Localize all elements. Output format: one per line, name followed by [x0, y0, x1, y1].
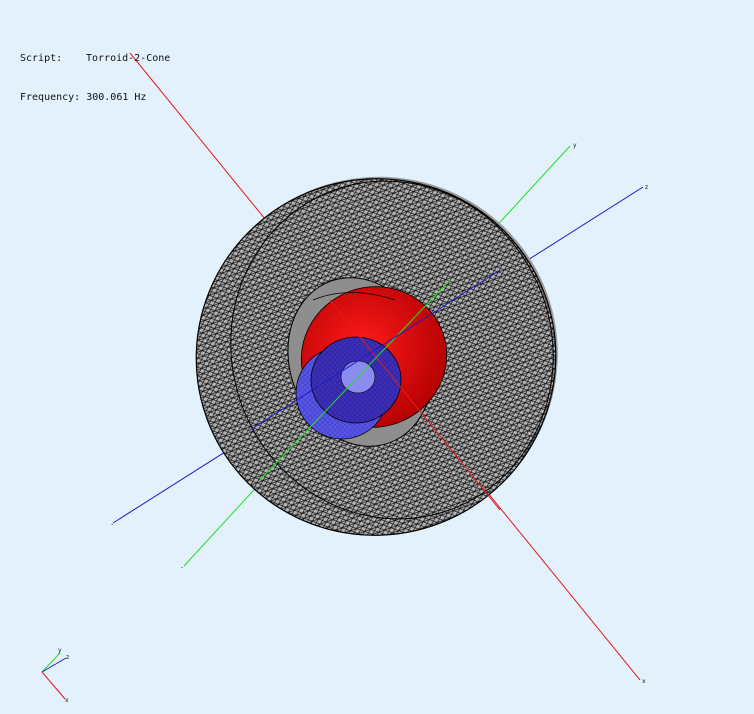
frequency-value: 300.061 Hz: [86, 92, 147, 103]
frequency-label: Frequency:: [20, 92, 81, 103]
script-value: Torroid-2-Cone: [86, 53, 171, 64]
script-label: Script:: [20, 53, 63, 64]
x-axis-label: x: [642, 678, 646, 685]
z-axis-label: z: [645, 184, 648, 191]
triad-z-label: z: [66, 654, 69, 661]
triad-y-label: y: [58, 647, 62, 654]
triad-x-label: x: [65, 697, 69, 704]
orientation-triad: x y z: [41, 647, 69, 704]
y-axis-neg-label: -: [181, 564, 183, 571]
info-overlay: Script: Torroid-2-Cone Frequency: 300.06…: [20, 26, 170, 117]
y-axis-label: y: [573, 142, 577, 149]
z-axis-neg-label: -: [111, 521, 113, 528]
